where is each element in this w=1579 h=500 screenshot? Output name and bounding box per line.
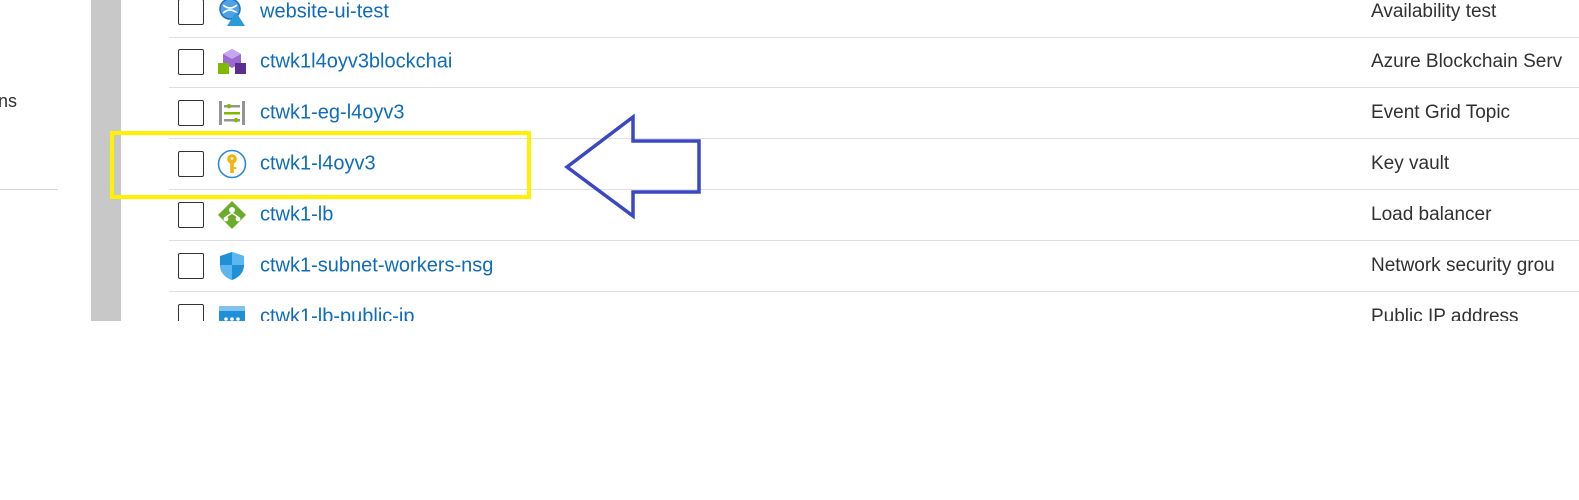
network-security-group-icon (217, 251, 247, 281)
left-nav-panel: ns (0, 0, 90, 321)
row-checkbox[interactable] (178, 99, 204, 126)
resource-type: Public IP address (1371, 305, 1519, 322)
row-checkbox[interactable] (178, 48, 204, 75)
row-checkbox[interactable] (178, 252, 204, 279)
resource-name-link[interactable]: website-ui-test (260, 0, 389, 23)
resource-name-link[interactable]: ctwk1-eg-l4oyv3 (260, 101, 405, 124)
resource-type: Azure Blockchain Serv (1371, 50, 1563, 72)
resource-type: Availability test (1371, 0, 1497, 22)
resource-name-link[interactable]: ctwk1-lb-public-ip (260, 305, 415, 321)
blockchain-service-icon (217, 47, 247, 77)
row-checkbox[interactable] (178, 0, 204, 25)
resource-type: Event Grid Topic (1371, 101, 1511, 123)
screenshot-stage: ns website-ui-test Availability test ctw… (0, 0, 1579, 500)
table-row[interactable]: website-ui-test Availability test (169, 0, 1579, 38)
resource-name-link[interactable]: ctwk1-subnet-workers-nsg (260, 254, 493, 277)
event-grid-topic-icon (217, 98, 247, 128)
resource-type: Load balancer (1371, 203, 1492, 225)
left-nav-divider (0, 189, 58, 190)
table-row[interactable]: ctwk1-lb-public-ip Public IP address (169, 291, 1579, 321)
resource-type: Network security grou (1371, 254, 1555, 276)
resource-type: Key vault (1371, 152, 1450, 174)
row-checkbox[interactable] (178, 303, 204, 321)
public-ip-address-icon (217, 302, 247, 321)
resource-name-link[interactable]: ctwk1l4oyv3blockchai (260, 50, 452, 73)
table-row[interactable]: ctwk1-subnet-workers-nsg Network securit… (169, 240, 1579, 292)
resource-name-link[interactable]: ctwk1-lb (260, 203, 333, 226)
load-balancer-icon (217, 200, 247, 230)
row-checkbox[interactable] (178, 201, 204, 228)
table-row[interactable]: ctwk1l4oyv3blockchai Azure Blockchain Se… (169, 36, 1579, 88)
availability-test-icon (217, 0, 247, 27)
left-nav-item-label[interactable]: ns (0, 91, 17, 112)
highlight-annotation-box (110, 131, 531, 199)
left-arrow-annotation-icon (564, 113, 701, 220)
